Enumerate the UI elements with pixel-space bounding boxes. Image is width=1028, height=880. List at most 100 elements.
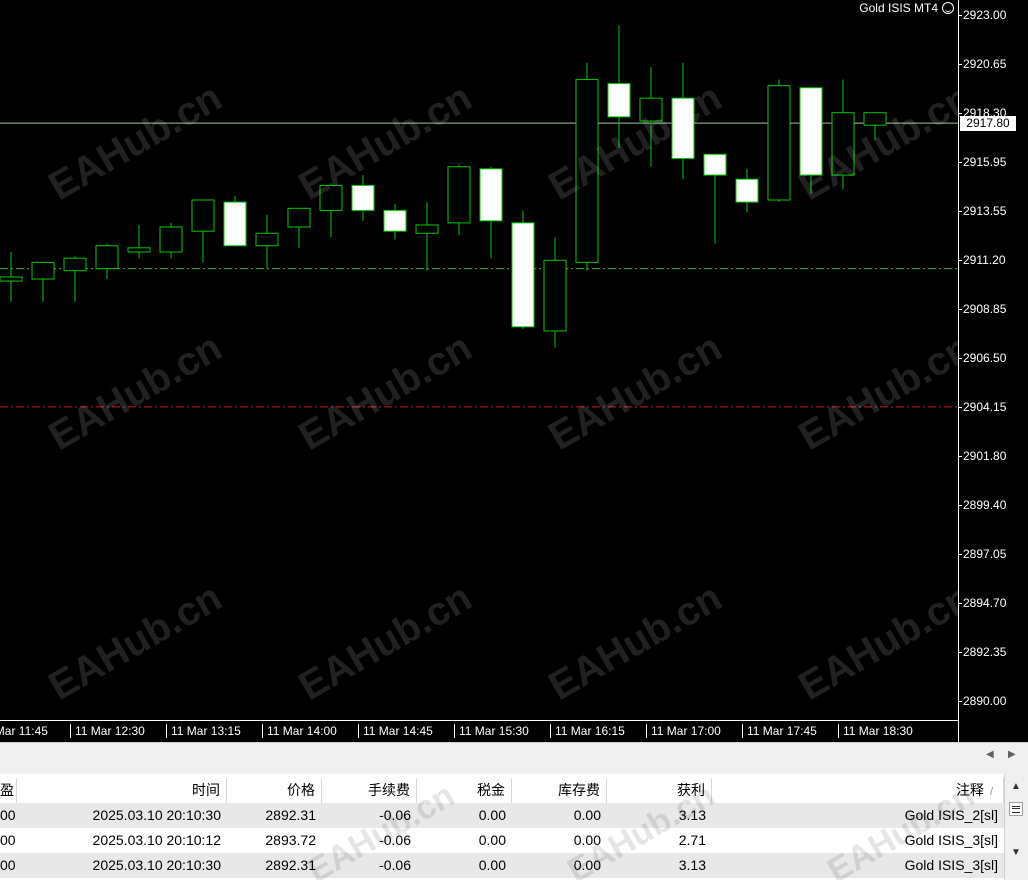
price-tick: 2890.00 bbox=[957, 694, 1007, 708]
cell-commission: -0.06 bbox=[379, 832, 411, 848]
candlestick-plot[interactable] bbox=[0, 0, 958, 720]
smiley-icon bbox=[942, 2, 954, 14]
bullish-candle-body bbox=[575, 78, 599, 263]
price-tick: 2899.40 bbox=[957, 498, 1007, 512]
column-header-commission[interactable]: 手续费 bbox=[322, 778, 417, 803]
price-chart[interactable]: Gold ISIS MT4 EAHub.cn EAHub.cn EAHub.cn… bbox=[0, 0, 958, 720]
time-tick: 11 Mar 14:00 bbox=[262, 724, 337, 738]
bullish-candle-body bbox=[0, 276, 23, 282]
candle[interactable] bbox=[63, 256, 87, 302]
price-tick: 2897.05 bbox=[957, 547, 1007, 561]
candle[interactable] bbox=[575, 62, 599, 271]
column-header-price[interactable]: 价格 bbox=[227, 778, 322, 803]
price-tick: 2915.95 bbox=[957, 155, 1007, 169]
candle[interactable] bbox=[863, 112, 887, 140]
price-tick: 2908.85 bbox=[957, 302, 1007, 316]
table-row[interactable]: 00 2025.03.10 20:10:30 2892.31 -0.06 0.0… bbox=[0, 853, 1004, 878]
price-tick: 2904.15 bbox=[957, 400, 1007, 414]
scroll-thumb-icon[interactable] bbox=[1009, 802, 1023, 816]
cell-commission: -0.06 bbox=[379, 857, 411, 873]
price-tick: 2901.80 bbox=[957, 449, 1007, 463]
column-header-swap[interactable]: 库存费 bbox=[512, 778, 607, 803]
candle[interactable] bbox=[351, 175, 375, 221]
candle[interactable] bbox=[831, 79, 855, 190]
candle[interactable] bbox=[511, 210, 535, 329]
table-row[interactable]: 00 2025.03.10 20:10:30 2892.31 -0.06 0.0… bbox=[0, 803, 1004, 828]
column-header-taxes[interactable]: 税金 bbox=[417, 778, 512, 803]
bullish-candle-body bbox=[639, 97, 663, 122]
bullish-candle-body bbox=[95, 245, 119, 270]
cell-commission: -0.06 bbox=[379, 807, 411, 823]
bullish-candle-body bbox=[831, 112, 855, 176]
price-tick: 2892.35 bbox=[957, 645, 1007, 659]
cell-time: 2025.03.10 20:10:12 bbox=[92, 832, 221, 848]
candle[interactable] bbox=[639, 66, 663, 167]
vertical-scrollbar[interactable]: ▲ ▼ bbox=[1004, 774, 1028, 880]
cell-swap: 0.00 bbox=[573, 832, 601, 848]
cell-comment: Gold ISIS_3[sl] bbox=[904, 832, 998, 848]
candle[interactable] bbox=[735, 168, 759, 213]
candle[interactable] bbox=[703, 153, 727, 244]
cell-swap: 0.00 bbox=[573, 807, 601, 823]
cell-taxes: 0.00 bbox=[478, 832, 506, 848]
candle[interactable] bbox=[127, 224, 151, 259]
tab-scroll-strip: ◀ ▶ bbox=[0, 742, 1028, 774]
bearish-candle-body bbox=[607, 83, 631, 118]
candle[interactable] bbox=[607, 25, 631, 149]
candle[interactable] bbox=[0, 251, 23, 302]
candle[interactable] bbox=[223, 195, 247, 247]
price-tick: 2894.70 bbox=[957, 596, 1007, 610]
scroll-down-icon[interactable]: ▼ bbox=[1009, 846, 1023, 860]
cell-price: 2892.31 bbox=[265, 857, 316, 873]
candle[interactable] bbox=[543, 237, 567, 348]
bearish-candle-body bbox=[799, 87, 823, 176]
account-history-table[interactable]: 盈 时间 价格 手续费 税金 库存费 获利 注释 / 00 2025.03.10 … bbox=[0, 774, 1028, 880]
cell-price: 2893.72 bbox=[265, 832, 316, 848]
table-row[interactable]: 00 2025.03.10 20:10:12 2893.72 -0.06 0.0… bbox=[0, 828, 1004, 853]
cell-profit: 3.13 bbox=[678, 807, 706, 823]
price-tick: 2911.20 bbox=[958, 253, 1006, 267]
chart-title-text: Gold ISIS MT4 bbox=[859, 1, 938, 15]
time-tick: 11 Mar 14:45 bbox=[358, 724, 433, 738]
column-header-time[interactable]: 时间 bbox=[17, 778, 227, 803]
time-tick: 11 Mar 12:30 bbox=[70, 724, 145, 738]
candle[interactable] bbox=[383, 204, 407, 240]
candle[interactable] bbox=[287, 207, 311, 248]
scroll-up-icon[interactable]: ▲ bbox=[1009, 780, 1023, 794]
bearish-candle-body bbox=[671, 97, 695, 159]
candle[interactable] bbox=[255, 214, 279, 269]
candle[interactable] bbox=[159, 222, 183, 259]
candle[interactable] bbox=[95, 243, 119, 280]
candle[interactable] bbox=[799, 87, 823, 194]
candle[interactable] bbox=[415, 202, 439, 271]
candle[interactable] bbox=[191, 199, 215, 263]
candle[interactable] bbox=[319, 183, 343, 238]
column-header-profit[interactable]: 获利 bbox=[607, 778, 712, 803]
candle[interactable] bbox=[31, 261, 55, 302]
column-header-comment[interactable]: 注释 / bbox=[712, 778, 1004, 803]
scroll-left-icon[interactable]: ◀ bbox=[986, 749, 994, 760]
candle[interactable] bbox=[447, 164, 471, 236]
bullish-candle-body bbox=[319, 184, 343, 211]
price-axis[interactable]: 2923.00 2920.65 2918.30 2915.95 2913.55 … bbox=[957, 0, 1028, 742]
scroll-right-icon[interactable]: ▶ bbox=[1008, 749, 1016, 760]
time-axis[interactable]: 11 Mar 11:45 11 Mar 12:30 11 Mar 13:15 1… bbox=[0, 720, 958, 742]
time-tick: 11 Mar 17:45 bbox=[742, 724, 817, 738]
bearish-candle-body bbox=[479, 168, 503, 222]
candle[interactable] bbox=[671, 62, 695, 180]
time-tick: 11 Mar 18:30 bbox=[838, 724, 913, 738]
candle[interactable] bbox=[479, 166, 503, 259]
candle[interactable] bbox=[767, 79, 791, 203]
cell-profit: 3.13 bbox=[678, 857, 706, 873]
time-tick: 11 Mar 17:00 bbox=[646, 724, 721, 738]
bullish-candle-body bbox=[863, 112, 887, 126]
cell-profit-short: 00 bbox=[0, 807, 16, 823]
column-header-profit-short[interactable]: 盈 bbox=[0, 778, 17, 803]
time-tick: 11 Mar 15:30 bbox=[454, 724, 529, 738]
cell-profit-short: 00 bbox=[0, 832, 16, 848]
resize-grip-icon: / bbox=[989, 786, 993, 798]
time-tick: 11 Mar 16:15 bbox=[550, 724, 625, 738]
bullish-candle-body bbox=[447, 166, 471, 224]
bullish-candle-body bbox=[767, 85, 791, 201]
cell-profit: 2.71 bbox=[678, 832, 706, 848]
